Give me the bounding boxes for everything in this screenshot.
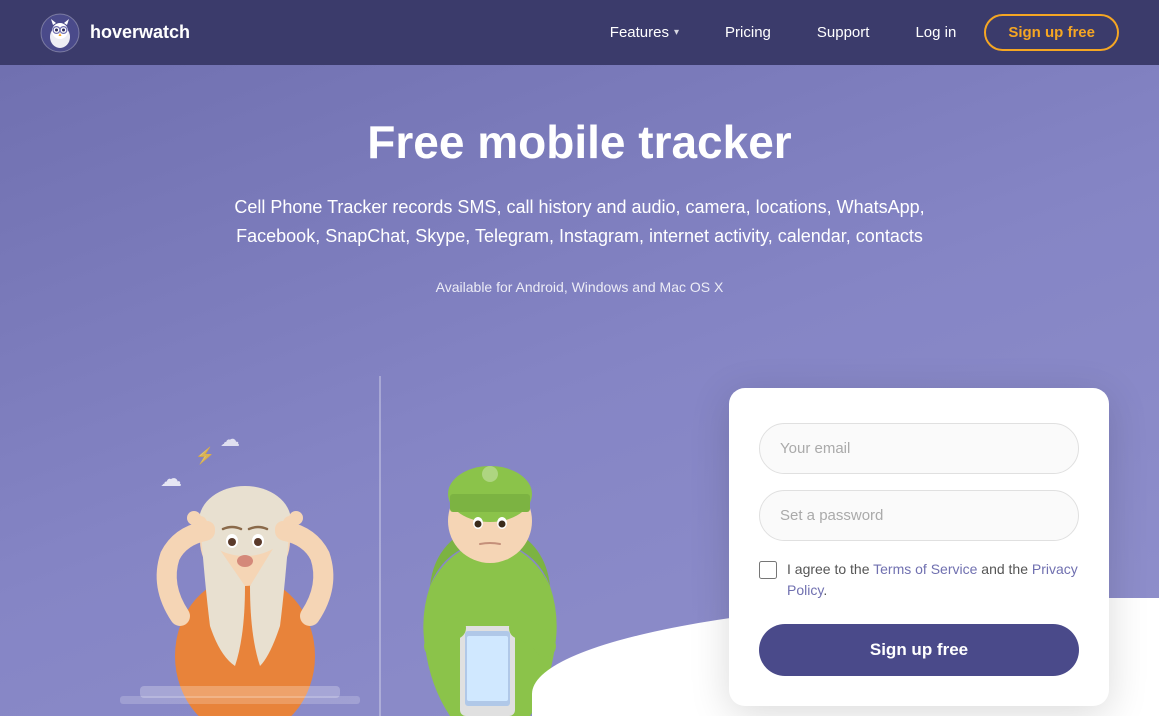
hero-section: Free mobile tracker Cell Phone Tracker r… xyxy=(0,65,1159,716)
terms-label[interactable]: I agree to the Terms of Service and the … xyxy=(787,559,1079,601)
nav-support[interactable]: Support xyxy=(799,16,888,49)
email-input[interactable] xyxy=(759,423,1079,474)
terms-checkbox[interactable] xyxy=(759,561,777,579)
hero-subtitle: Cell Phone Tracker records SMS, call his… xyxy=(200,193,960,251)
terms-checkbox-row: I agree to the Terms of Service and the … xyxy=(759,559,1079,601)
svg-text:☁: ☁ xyxy=(220,429,240,451)
brand-name: hoverwatch xyxy=(90,22,190,43)
hero-title: Free mobile tracker xyxy=(200,115,960,169)
owl-logo-icon xyxy=(40,13,80,53)
svg-text:☁: ☁ xyxy=(160,466,182,491)
nav-pricing[interactable]: Pricing xyxy=(707,16,789,49)
nav-login[interactable]: Log in xyxy=(897,16,974,49)
email-form-group xyxy=(759,423,1079,474)
hero-text-block: Free mobile tracker Cell Phone Tracker r… xyxy=(180,65,980,325)
password-input[interactable] xyxy=(759,490,1079,541)
terms-of-service-link[interactable]: Terms of Service xyxy=(873,561,977,577)
signup-button[interactable]: Sign up free xyxy=(759,624,1079,676)
nav-menu: Features ▾ Pricing Support Log in Sign u… xyxy=(592,14,1119,51)
nav-features[interactable]: Features ▾ xyxy=(592,16,697,49)
password-form-group xyxy=(759,490,1079,541)
brand-logo-link[interactable]: hoverwatch xyxy=(40,13,190,53)
hero-illustration: ☁ ⚡ ☁ xyxy=(60,346,680,716)
svg-text:⚡: ⚡ xyxy=(195,446,215,465)
navbar: hoverwatch Features ▾ Pricing Support Lo… xyxy=(0,0,1159,65)
features-chevron-icon: ▾ xyxy=(674,27,679,38)
nav-signup-button[interactable]: Sign up free xyxy=(984,14,1119,51)
hero-available-text: Available for Android, Windows and Mac O… xyxy=(200,279,960,295)
signup-card: I agree to the Terms of Service and the … xyxy=(729,388,1109,706)
